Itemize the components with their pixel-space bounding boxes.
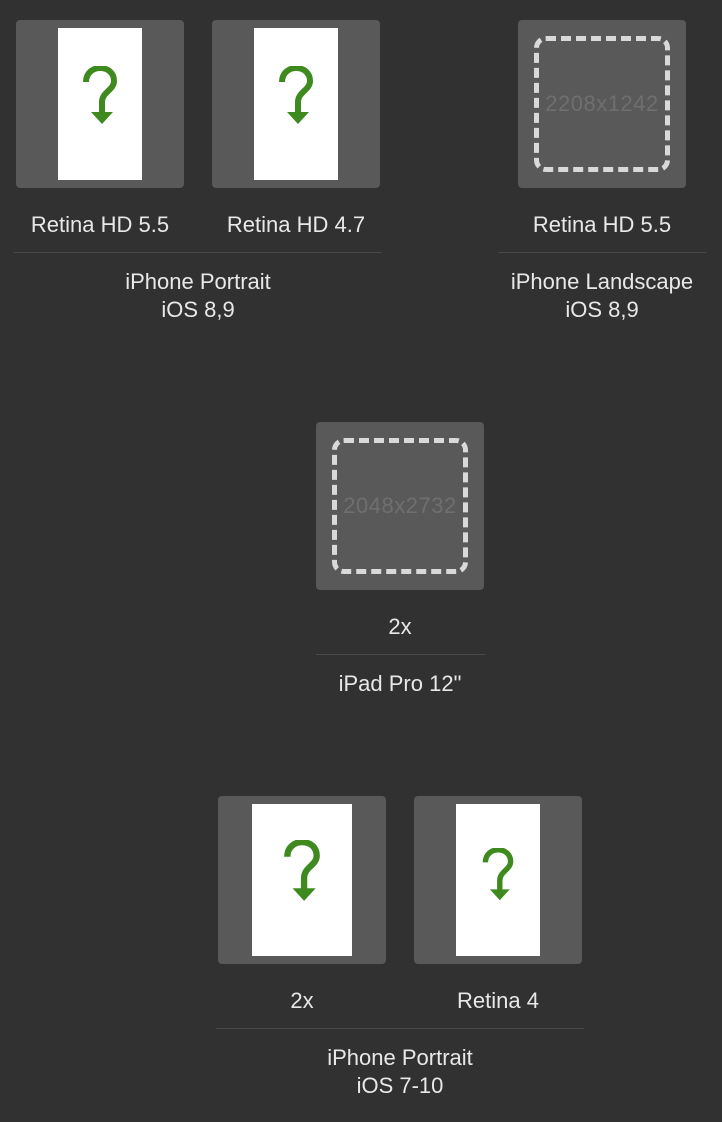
image-slot-ipad-pro-2x[interactable]: 2048x2732 xyxy=(316,422,484,590)
question-arrow-icon xyxy=(83,66,118,124)
size-hint: 2208x1242 xyxy=(545,91,659,116)
group-subtitle: iOS 8,9 xyxy=(565,297,639,322)
question-arrow-icon xyxy=(482,848,514,901)
group-divider xyxy=(316,654,486,655)
group-title: iPhone Landscape xyxy=(510,269,694,294)
group-divider xyxy=(498,252,706,253)
question-arrow-icon xyxy=(279,66,314,124)
image-slot-retina-hd-5-5-portrait[interactable] xyxy=(16,20,184,188)
image-slot-2x-portrait[interactable] xyxy=(218,796,386,964)
slot-label: 2x xyxy=(290,988,314,1013)
missing-image-placeholder xyxy=(58,28,142,180)
group-divider xyxy=(14,252,382,253)
image-slot-retina-hd-4-7-portrait[interactable] xyxy=(212,20,380,188)
size-hint: 2048x2732 xyxy=(343,493,457,518)
empty-drop-zone: 2208x1242 xyxy=(534,36,670,172)
slot-label: 2x xyxy=(388,614,412,639)
question-arrow-icon xyxy=(284,840,320,901)
empty-drop-zone: 2048x2732 xyxy=(332,438,468,574)
slot-label: Retina 4 xyxy=(457,988,539,1013)
slot-label: Retina HD 5.5 xyxy=(532,212,672,237)
missing-image-placeholder xyxy=(252,804,352,956)
slot-label: Retina HD 5.5 xyxy=(30,212,170,237)
group-divider xyxy=(216,1028,584,1029)
group-title: iPhone Portrait xyxy=(327,1045,473,1070)
group-title: iPhone Portrait xyxy=(125,269,271,294)
image-slot-retina-hd-5-5-landscape[interactable]: 2208x1242 xyxy=(518,20,686,188)
image-slot-retina-4-portrait[interactable] xyxy=(414,796,582,964)
group-subtitle: iOS 8,9 xyxy=(161,297,235,322)
group-title: iPad Pro 12" xyxy=(338,671,462,696)
missing-image-placeholder xyxy=(456,804,540,956)
slot-label: Retina HD 4.7 xyxy=(226,212,366,237)
group-subtitle: iOS 7-10 xyxy=(356,1073,444,1098)
missing-image-placeholder xyxy=(254,28,338,180)
